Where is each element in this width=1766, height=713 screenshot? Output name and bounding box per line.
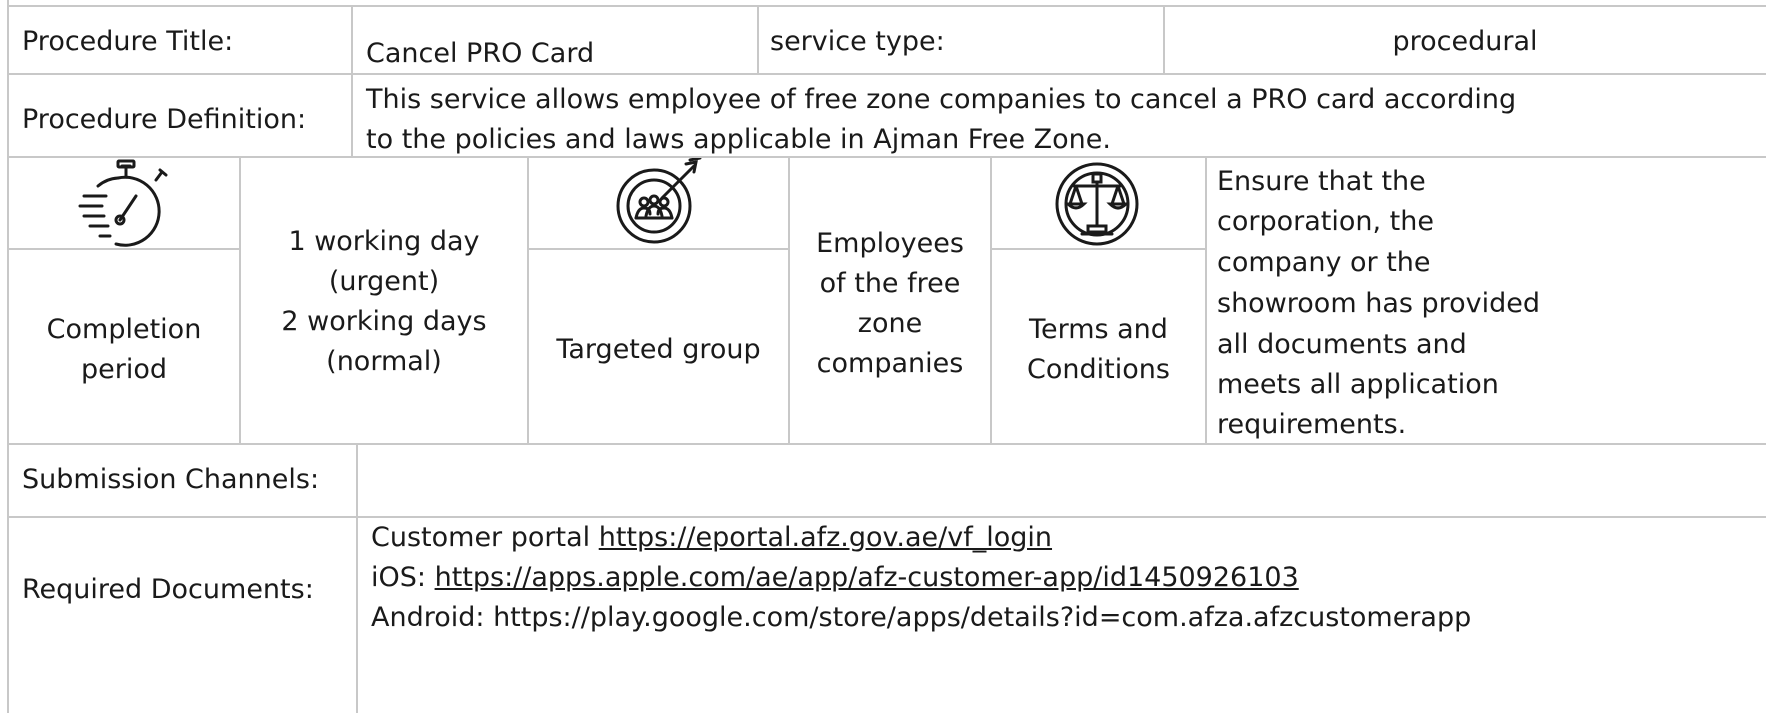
terms-conditions-value-line-4: showroom has provided	[1217, 288, 1541, 319]
col-divider-submission	[356, 443, 358, 713]
targeted-group-value-line-4: companies	[816, 348, 964, 379]
icon-row-divider-mid	[528, 248, 789, 250]
service-type-label: service type:	[770, 26, 945, 57]
ios-app-link[interactable]: https://apps.apple.com/ae/app/afz-custom…	[435, 562, 1299, 593]
col-divider-info-4	[990, 156, 992, 445]
procedure-definition-line-1: This service allows employee of free zon…	[366, 84, 1517, 115]
procedure-definition-line-2: to the policies and laws applicable in A…	[366, 124, 1111, 155]
completion-period-value-line-1: 1 working day	[288, 226, 480, 257]
col-divider-service-label	[757, 5, 759, 75]
scales-icon	[1055, 162, 1139, 246]
terms-conditions-value-line-1: Ensure that the	[1217, 166, 1426, 197]
targeted-group-value-line-3: zone	[857, 308, 923, 339]
submission-channels-label: Submission Channels:	[22, 464, 320, 495]
procedure-title-value: Cancel PRO Card	[366, 38, 595, 69]
row-divider-3	[8, 443, 1766, 445]
col-divider-info-2	[527, 156, 529, 445]
completion-period-label-line-1: Completion	[46, 314, 202, 345]
targeted-group-label: Targeted group	[556, 334, 761, 365]
android-line: Android: https://play.google.com/store/a…	[371, 602, 1472, 633]
terms-conditions-label-line-1: Terms and	[1029, 314, 1168, 345]
terms-conditions-value-line-5: all documents and	[1217, 329, 1467, 360]
customer-portal-prefix: Customer portal	[371, 522, 599, 553]
terms-conditions-value-line-3: company or the	[1217, 247, 1431, 278]
terms-conditions-value-line-7: requirements.	[1217, 409, 1407, 440]
ios-line: iOS: https://apps.apple.com/ae/app/afz-c…	[371, 558, 1299, 598]
col-divider-definition	[351, 73, 353, 158]
stopwatch-icon	[78, 159, 168, 247]
procedure-definition-label: Procedure Definition:	[22, 104, 307, 135]
terms-conditions-label-line-2: Conditions	[1027, 354, 1170, 385]
col-divider-info-5	[1205, 156, 1207, 445]
service-type-value: procedural	[1392, 26, 1538, 57]
terms-conditions-value-line-6: meets all application	[1217, 369, 1499, 400]
targeted-group-value-line-2: of the free	[819, 268, 961, 299]
procedure-title-label: Procedure Title:	[22, 26, 234, 57]
icon-row-divider-left	[8, 248, 240, 250]
customer-portal-line: Customer portal https://eportal.afz.gov.…	[371, 518, 1052, 558]
completion-period-value-line-4: (normal)	[326, 346, 442, 377]
row-divider-1	[8, 73, 1766, 75]
top-border	[8, 5, 1766, 7]
col-divider-title	[351, 5, 353, 75]
customer-portal-link[interactable]: https://eportal.afz.gov.ae/vf_login	[599, 522, 1052, 553]
terms-conditions-value-line-2: corporation, the	[1217, 206, 1434, 237]
icon-row-divider-right	[991, 248, 1205, 250]
completion-period-value-line-3: 2 working days	[281, 306, 487, 337]
target-group-icon	[616, 158, 702, 244]
required-documents-label: Required Documents:	[22, 574, 314, 605]
completion-period-value-line-2: (urgent)	[328, 266, 440, 297]
completion-period-label-line-2: period	[80, 354, 167, 385]
ios-prefix: iOS:	[371, 562, 435, 593]
targeted-group-value-line-1: Employees	[816, 228, 964, 259]
